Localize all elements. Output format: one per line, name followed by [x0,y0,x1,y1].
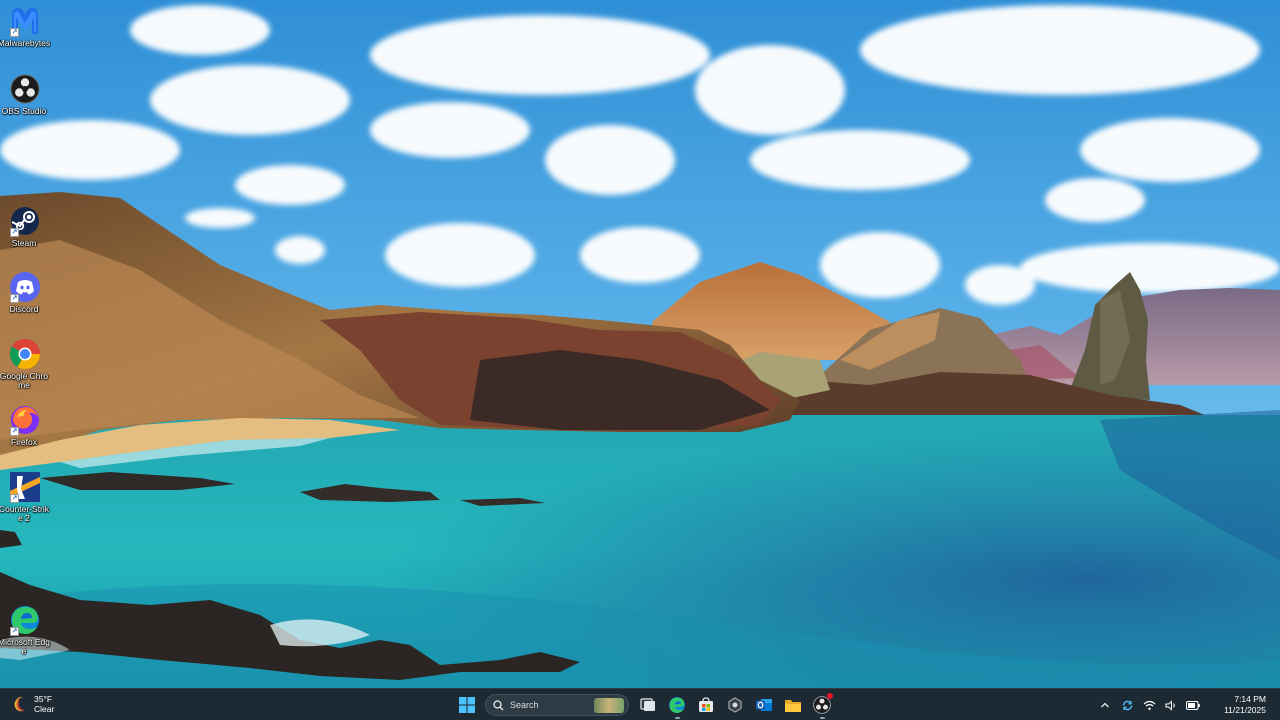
tray-wifi[interactable] [1140,696,1158,714]
obs-studio-icon [8,72,42,106]
system-tray: 7:14 PM 11/21/2025 [1094,689,1280,720]
taskbar-search-box[interactable]: Search [485,694,629,716]
store-icon [698,697,713,712]
desktop-icon-label: Discord [9,305,39,314]
desktop-icon-label: Malwarebytes [0,39,51,48]
desktop-wallpaper [0,0,1280,688]
app-icon [728,697,741,713]
chevron-up-icon [1101,702,1109,708]
tray-sync[interactable] [1118,696,1136,714]
shortcut-arrow-icon: ↗ [10,427,19,436]
shortcut-arrow-icon: ↗ [10,494,19,503]
taskbar: 35°F Clear Search 7:14 PM 11/21/2025 [0,688,1280,720]
firefox-icon: ↗ [8,403,42,437]
shortcut-arrow-icon: ↗ [10,28,19,37]
discord-icon: ↗ [8,270,42,304]
notification-badge [826,693,833,699]
taskbar-clock[interactable]: 7:14 PM 11/21/2025 [1208,694,1266,716]
desktop-icon-label: Counter-Strike 2 [0,505,50,523]
shortcut-arrow-icon: ↗ [10,627,19,636]
weather-condition: Clear [34,704,55,714]
desktop-icon-counter-strike-2[interactable]: ↗ Counter-Strike 2 [0,470,50,523]
shortcut-arrow-icon: ↗ [10,228,19,237]
desktop-icon-google-chrome[interactable]: Google Chrome [0,337,50,390]
chrome-icon [8,337,42,371]
weather-temperature: 35°F [34,694,53,704]
desktop-icon-label: OBS Studio [1,107,47,116]
malwarebytes-icon: ↗ [8,4,42,38]
weather-moon-icon [14,696,25,712]
edge-icon: ↗ [8,603,42,637]
edge-icon [668,697,685,713]
taskbar-app[interactable] [722,692,748,718]
desktop-icon-malwarebytes[interactable]: ↗ Malwarebytes [0,4,50,48]
outlook-icon [755,699,772,711]
desktop-icon-label: Steam [11,239,37,248]
folder-icon [784,699,801,712]
counter-strike-icon: ↗ [8,470,42,504]
start-button[interactable] [454,692,480,718]
taskbar-microsoft-store[interactable] [693,692,719,718]
windows-start-icon [458,697,475,713]
search-placeholder: Search [510,700,539,710]
task-view-icon [639,698,655,711]
taskbar-task-view[interactable] [635,692,661,718]
sync-icon [1122,700,1132,710]
taskbar-edge[interactable] [664,692,690,719]
search-icon [493,699,504,710]
tray-volume[interactable] [1162,696,1180,714]
desktop-icon-firefox[interactable]: ↗ Firefox [0,403,50,447]
desktop-icon-steam[interactable]: ↗ Steam [0,204,50,248]
steam-icon: ↗ [8,204,42,238]
desktop-icon-label: Google Chrome [0,372,49,390]
desktop-icon-label: Microsoft Edge [0,638,50,656]
taskbar-center: Search [452,692,836,719]
taskbar-file-explorer[interactable] [780,692,806,718]
taskbar-outlook[interactable] [751,692,777,718]
desktop-icon-label: Firefox [11,438,37,447]
shortcut-arrow-icon: ↗ [10,294,19,303]
search-highlight-image [594,698,624,713]
desktop-icon-microsoft-edge[interactable]: ↗ Microsoft Edge [0,603,50,656]
desktop-icon-discord[interactable]: ↗ Discord [0,270,50,314]
running-indicator [674,717,680,719]
show-hidden-icons-button[interactable] [1096,696,1114,714]
taskbar-obs-studio[interactable] [809,692,835,719]
running-indicator [819,717,825,719]
clock-date: 11/21/2025 [1224,705,1266,715]
volume-icon [1165,699,1175,711]
tray-battery[interactable] [1184,696,1202,714]
clock-time: 7:14 PM [1234,694,1266,704]
battery-icon [1186,700,1200,710]
wifi-icon [1143,700,1155,710]
weather-widget[interactable]: 35°F Clear [12,694,54,714]
desktop-icon-obs-studio[interactable]: OBS Studio [0,72,50,116]
